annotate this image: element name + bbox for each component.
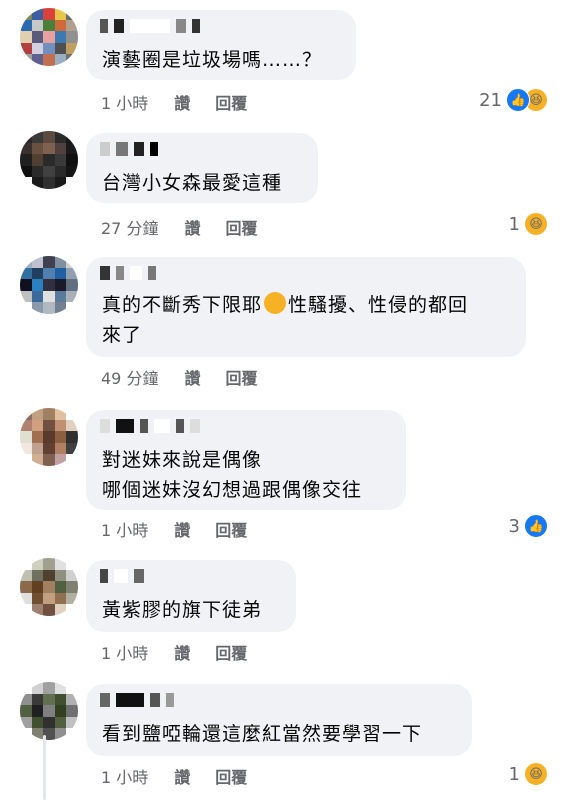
author-name[interactable] — [100, 416, 200, 436]
like-icon: 👍 — [524, 514, 548, 538]
comment-bubble: 演藝圈是垃圾場嗎……？ — [86, 10, 356, 80]
comment-text: 看到鹽啞輪還這麼紅當然要學習一下 — [102, 723, 423, 745]
avatar[interactable] — [20, 256, 78, 314]
comment-meta: 49 分鐘 讚 回覆 — [101, 365, 257, 389]
comment-text: 台灣小女森最愛這種 — [102, 172, 283, 194]
timestamp[interactable]: 1 小時 — [101, 764, 148, 788]
comment: 黃紫膠的旗下徒弟 1 小時 讚 回覆 — [0, 550, 564, 670]
reply-button[interactable]: 回覆 — [215, 90, 247, 114]
like-button[interactable]: 讚 — [174, 517, 190, 541]
reaction-summary[interactable]: 1 😆 — [509, 212, 548, 236]
haha-icon: 😆 — [524, 762, 548, 786]
like-button[interactable]: 讚 — [184, 215, 200, 239]
avatar[interactable] — [20, 408, 78, 466]
comment-meta: 1 小時 讚 回覆 — [101, 640, 247, 664]
timestamp[interactable]: 49 分鐘 — [101, 365, 158, 389]
comment-meta: 27 分鐘 讚 回覆 — [101, 215, 257, 239]
avatar[interactable] — [20, 682, 78, 740]
comment: 真的不斷秀下限耶 性騷擾、性侵的都回 來了 49 分鐘 讚 回覆 — [0, 250, 564, 395]
comment-text: 黃紫膠的旗下徒弟 — [102, 599, 263, 621]
like-button[interactable]: 讚 — [184, 365, 200, 389]
comment-meta: 1 小時 讚 回覆 — [101, 764, 247, 788]
comment: 看到鹽啞輪還這麼紅當然要學習一下 1 小時 讚 回覆 1 😆 — [0, 676, 564, 800]
avatar[interactable] — [20, 131, 78, 189]
haha-icon: 😆 — [524, 212, 548, 236]
comment-text-part: 性騷擾、性侵的都回 — [288, 294, 469, 316]
reaction-count: 1 — [508, 763, 520, 785]
author-name[interactable] — [100, 690, 174, 710]
like-button[interactable]: 讚 — [174, 640, 190, 664]
reaction-summary[interactable]: 3 👍 — [509, 514, 548, 538]
timestamp[interactable]: 1 小時 — [101, 640, 148, 664]
comment-text: 來了 — [102, 324, 143, 346]
comment-text: 演藝圈是垃圾場嗎……？ — [102, 49, 323, 71]
comment-bubble: 台灣小女森最愛這種 — [86, 133, 318, 203]
timestamp[interactable]: 1 小時 — [101, 517, 148, 541]
reaction-summary[interactable]: 1 😆 — [509, 762, 548, 786]
comment-text: 真的不斷秀下限耶 性騷擾、性侵的都回 — [102, 291, 468, 319]
avatar[interactable] — [20, 558, 78, 616]
comment: 台灣小女森最愛這種 27 分鐘 讚 回覆 1 😆 — [0, 125, 564, 245]
reaction-count: 3 — [508, 515, 520, 537]
like-button[interactable]: 讚 — [174, 90, 190, 114]
comment-text-part: 真的不斷秀下限耶 — [102, 294, 263, 316]
comment-bubble: 看到鹽啞輪還這麼紅當然要學習一下 — [86, 684, 472, 756]
comment-bubble: 黃紫膠的旗下徒弟 — [86, 560, 296, 632]
rofl-emoji-icon — [264, 292, 287, 314]
timestamp[interactable]: 27 分鐘 — [101, 215, 158, 239]
comment-bubble: 對迷妹來說是偶像 哪個迷妹沒幻想過跟偶像交往 — [86, 410, 406, 510]
timestamp[interactable]: 1 小時 — [101, 90, 148, 114]
reply-button[interactable]: 回覆 — [215, 517, 247, 541]
author-name[interactable] — [100, 16, 200, 36]
like-icon: 👍 — [506, 88, 530, 112]
reply-button[interactable]: 回覆 — [215, 764, 247, 788]
comment-text: 哪個迷妹沒幻想過跟偶像交往 — [102, 479, 363, 501]
reaction-count: 21 — [479, 89, 502, 111]
author-name[interactable] — [100, 566, 144, 586]
avatar[interactable] — [20, 8, 78, 66]
reply-button[interactable]: 回覆 — [225, 365, 257, 389]
reply-thread-line — [43, 735, 46, 800]
reply-button[interactable]: 回覆 — [225, 215, 257, 239]
comment-bubble: 真的不斷秀下限耶 性騷擾、性侵的都回 來了 — [86, 257, 526, 357]
reaction-count: 1 — [508, 213, 520, 235]
reply-button[interactable]: 回覆 — [215, 640, 247, 664]
comment: 對迷妹來說是偶像 哪個迷妹沒幻想過跟偶像交往 1 小時 讚 回覆 3 👍 — [0, 400, 564, 545]
like-button[interactable]: 讚 — [174, 764, 190, 788]
reaction-summary[interactable]: 21 👍 😆 — [479, 88, 548, 112]
comment: 演藝圈是垃圾場嗎……？ 1 小時 讚 回覆 21 👍 😆 — [0, 0, 564, 115]
comment-meta: 1 小時 讚 回覆 — [101, 90, 247, 114]
comment-text: 對迷妹來說是偶像 — [102, 449, 263, 471]
author-name[interactable] — [100, 139, 158, 159]
author-name[interactable] — [100, 263, 156, 283]
comment-meta: 1 小時 讚 回覆 — [101, 517, 247, 541]
